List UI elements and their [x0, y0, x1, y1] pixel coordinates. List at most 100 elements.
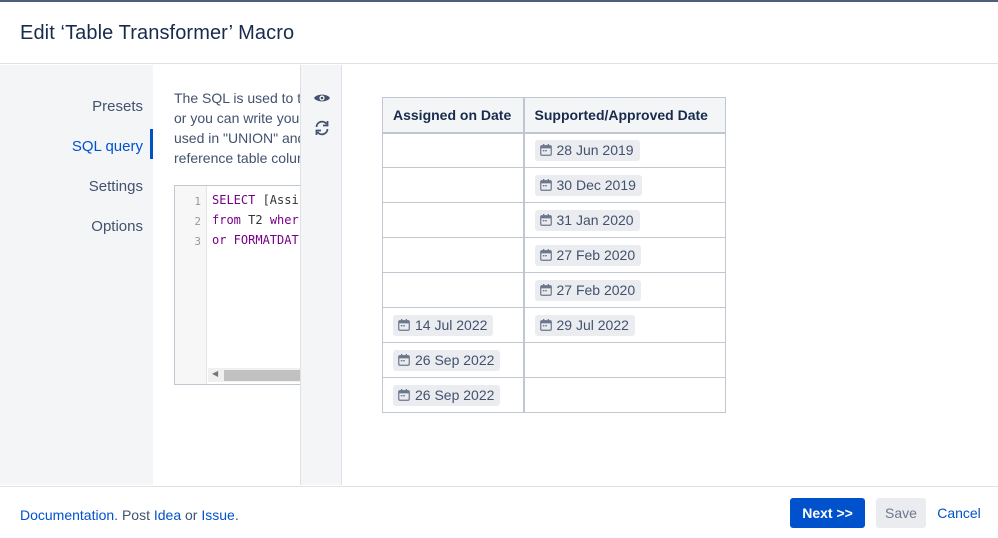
date-text: 31 Jan 2020 [556, 212, 634, 228]
table-header-row: Assigned on Date Supported/Approved Date [382, 97, 726, 134]
table-cell [382, 237, 525, 273]
table-cell: 27 Feb 2020 [523, 272, 726, 308]
date-text: 28 Jun 2019 [556, 142, 634, 159]
code-keyword: or FORMATDAT [212, 233, 299, 247]
date-lozenge: 27 Feb 2020 [534, 244, 642, 266]
calendar-icon [398, 319, 410, 331]
date-lozenge: 28 Jun 2019 [534, 139, 640, 161]
code-line: SELECT [Assi [212, 193, 299, 207]
description-line: reference table colur [174, 150, 300, 166]
table-cell: 31 Jan 2020 [523, 202, 726, 238]
date-text: 29 Jul 2022 [556, 317, 629, 333]
code-text: T2 [240, 213, 270, 227]
dialog-footer: Documentation. Post Idea or Issue. Next … [0, 486, 998, 538]
table-cell: 29 Jul 2022 [523, 307, 726, 343]
description-line: The SQL is used to tr [174, 90, 300, 106]
eye-icon[interactable] [313, 89, 331, 107]
code-line: from T2 wher [212, 213, 299, 227]
sql-query-pane: The SQL is used to tr or you can write y… [153, 65, 300, 485]
documentation-link[interactable]: Documentation [20, 507, 114, 523]
column-header: Supported/Approved Date [523, 97, 726, 134]
table-preview: Assigned on Date Supported/Approved Date… [342, 65, 998, 485]
column-header: Assigned on Date [382, 97, 525, 134]
result-table: Assigned on Date Supported/Approved Date… [382, 97, 726, 413]
help-links: Documentation. Post Idea or Issue. [20, 507, 239, 523]
sql-description: The SQL is used to tr or you can write y… [174, 88, 300, 168]
sidebar-item-sql-query[interactable]: SQL query [72, 138, 143, 155]
cancel-button[interactable]: Cancel [934, 498, 984, 528]
code-text: [Assi [255, 193, 299, 207]
date-lozenge: 26 Sep 2022 [393, 384, 501, 406]
calendar-icon [398, 354, 410, 366]
refresh-icon[interactable] [313, 119, 331, 137]
calendar-icon [539, 179, 552, 191]
calendar-icon [539, 319, 552, 331]
calendar-icon [539, 249, 552, 261]
date-lozenge: 27 Feb 2020 [534, 279, 642, 301]
dialog-header: Edit ‘Table Transformer’ Macro [0, 2, 998, 64]
calendar-icon [398, 389, 410, 401]
date-lozenge: 31 Jan 2020 [534, 209, 640, 231]
table-cell: 14 Jul 2022 [382, 307, 525, 343]
table-body: 28 Jun 2019 30 Dec 2019 31 Jan 2020 27 Feb … [382, 132, 726, 413]
sidebar-item-settings[interactable]: Settings [89, 178, 143, 195]
table-cell [523, 342, 726, 378]
issue-link[interactable]: Issue [201, 507, 234, 523]
scrollbar-thumb[interactable] [224, 370, 300, 381]
table-cell [382, 132, 525, 168]
code-keyword: from [212, 213, 241, 227]
code-keyword: wher [269, 213, 299, 227]
table-cell [382, 272, 525, 308]
idea-link[interactable]: Idea [154, 507, 181, 523]
sidebar-item-presets[interactable]: Presets [92, 98, 143, 115]
horizontal-scrollbar[interactable]: ◀ [208, 368, 300, 382]
footer-text: . [234, 507, 239, 523]
table-row: 14 Jul 2022 29 Jul 2022 [382, 307, 726, 343]
table-cell: 27 Feb 2020 [523, 237, 726, 273]
date-lozenge: 14 Jul 2022 [393, 314, 494, 336]
calendar-icon [539, 214, 552, 226]
date-text: 14 Jul 2022 [415, 317, 488, 333]
save-button[interactable]: Save [876, 498, 926, 528]
footer-text: . Post [114, 507, 154, 523]
table-cell [382, 202, 525, 238]
table-row: 26 Sep 2022 [382, 377, 726, 413]
table-cell [523, 377, 726, 413]
date-lozenge: 26 Sep 2022 [393, 349, 501, 371]
table-row: 31 Jan 2020 [382, 202, 726, 238]
date-text: 26 Sep 2022 [415, 387, 495, 403]
table-row: 27 Feb 2020 [382, 237, 726, 273]
calendar-icon [539, 284, 552, 296]
table-row: 30 Dec 2019 [382, 167, 726, 203]
macro-edit-dialog: Edit ‘Table Transformer’ Macro Presets S… [0, 0, 998, 538]
line-number-gutter: 1 2 3 [175, 186, 207, 384]
date-text: 27 Feb 2020 [556, 247, 636, 263]
table-cell: 26 Sep 2022 [382, 342, 525, 378]
line-number: 1 [194, 195, 201, 208]
table-cell: 26 Sep 2022 [382, 377, 525, 413]
table-row: 28 Jun 2019 [382, 132, 726, 168]
date-text: 30 Dec 2019 [556, 177, 636, 193]
date-text: 26 Sep 2022 [415, 352, 495, 368]
table-row: 26 Sep 2022 [382, 342, 726, 378]
macro-sidebar: Presets SQL query Settings Options [0, 65, 153, 485]
table-cell [382, 167, 525, 203]
line-number: 3 [194, 235, 201, 248]
date-lozenge: 30 Dec 2019 [534, 174, 642, 196]
table-cell: 28 Jun 2019 [523, 132, 726, 168]
dialog-title: Edit ‘Table Transformer’ Macro [20, 22, 295, 44]
sql-editor[interactable]: 1 2 3 SELECT [Assi from T2 wher or FORMA… [174, 185, 300, 385]
date-text: 27 Feb 2020 [556, 282, 636, 298]
table-cell: 30 Dec 2019 [523, 167, 726, 203]
code-keyword: SELECT [212, 193, 256, 207]
date-lozenge: 29 Jul 2022 [534, 314, 635, 336]
description-line: used in "UNION" and [174, 130, 300, 146]
preview-toolbar [300, 65, 342, 485]
table-row: 27 Feb 2020 [382, 272, 726, 308]
footer-text: or [181, 507, 202, 523]
scroll-left-icon[interactable]: ◀ [212, 369, 218, 378]
description-line: or you can write you [174, 110, 300, 126]
code-line: or FORMATDAT [212, 233, 299, 247]
next-button[interactable]: Next >> [790, 498, 865, 528]
sidebar-item-options[interactable]: Options [91, 218, 143, 235]
